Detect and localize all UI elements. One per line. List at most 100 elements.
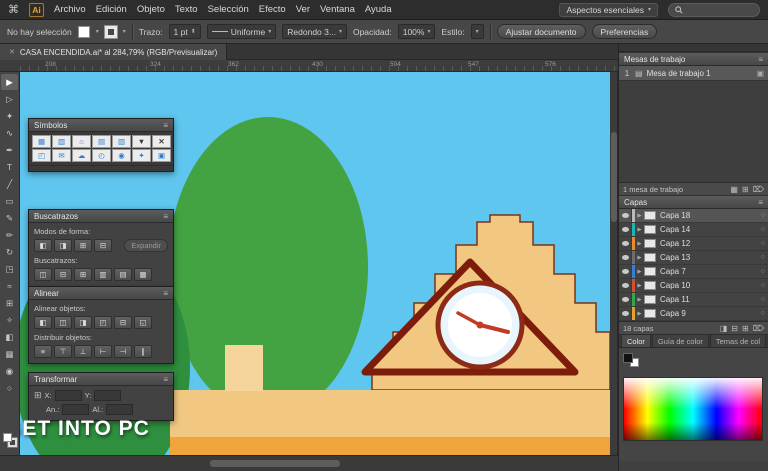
layer-name[interactable]: Capa 18	[660, 211, 761, 220]
color-fill-stroke-swatches[interactable]	[623, 353, 639, 367]
opacity-stepper[interactable]: 100% ▾	[398, 24, 436, 39]
visibility-eye-icon[interactable]	[619, 223, 632, 236]
distribute-vcenter-button[interactable]: ⊤	[54, 345, 72, 358]
symbol-thumbnail[interactable]: ◴	[92, 149, 111, 162]
symbol-thumbnail[interactable]: ⌂	[72, 135, 91, 148]
fill-stroke-indicator[interactable]	[3, 433, 17, 447]
trim-button[interactable]: ⊟	[54, 268, 72, 281]
layer-row[interactable]: ▶ Capa 14 ○	[619, 223, 768, 237]
horizontal-scrollbar[interactable]	[0, 455, 618, 471]
expand-arrow-icon[interactable]: ▶	[635, 213, 644, 219]
minus-front-button[interactable]: ◨	[54, 239, 72, 252]
intersect-button[interactable]: ⊞	[74, 239, 92, 252]
menu-objeto[interactable]: Objeto	[137, 4, 165, 15]
layer-name[interactable]: Capa 10	[660, 281, 761, 290]
type-tool[interactable]: T	[1, 159, 18, 175]
width-tool[interactable]: ≈	[1, 278, 18, 294]
rectangle-tool[interactable]: ▭	[1, 193, 18, 209]
magic-wand-tool[interactable]: ✦	[1, 108, 18, 124]
make-mask-icon[interactable]: ◨	[720, 324, 728, 333]
distribute-left-button[interactable]: ⊢	[94, 345, 112, 358]
layer-row[interactable]: ▶ Capa 12 ○	[619, 237, 768, 251]
reference-point-icon[interactable]: ⊞	[34, 390, 42, 401]
layer-row[interactable]: ▶ Capa 7 ○	[619, 265, 768, 279]
symbol-thumbnail[interactable]: ▧	[52, 135, 71, 148]
new-artboard-icon[interactable]: ⊞	[742, 185, 749, 194]
blend-tool[interactable]: ◉	[1, 363, 18, 379]
scale-tool[interactable]: ◳	[1, 261, 18, 277]
menu-archivo[interactable]: Archivo	[54, 4, 86, 15]
pen-tool[interactable]: ✒	[1, 142, 18, 158]
move-up-icon[interactable]: ▦	[730, 185, 738, 194]
menu-texto[interactable]: Texto	[175, 4, 198, 15]
visibility-eye-icon[interactable]	[619, 209, 632, 222]
preferences-button[interactable]: Preferencias	[592, 24, 658, 39]
y-input[interactable]	[94, 390, 121, 401]
expand-arrow-icon[interactable]: ▶	[635, 227, 644, 233]
symbol-thumbnail-dropdown[interactable]: ▼	[132, 135, 151, 148]
new-sublayer-icon[interactable]: ⊟	[731, 324, 738, 333]
align-bottom-button[interactable]: ◱	[134, 316, 152, 329]
symbol-thumbnail[interactable]: ▣	[152, 149, 171, 162]
target-circle-icon[interactable]: ○	[761, 310, 765, 317]
symbol-thumbnail[interactable]: ▤	[92, 135, 111, 148]
layer-name[interactable]: Capa 11	[660, 295, 761, 304]
layer-name[interactable]: Capa 13	[660, 253, 761, 262]
layer-row[interactable]: ▶ Capa 10 ○	[619, 279, 768, 293]
artboard-name[interactable]: Mesa de trabajo 1	[647, 69, 711, 78]
menu-ventana[interactable]: Ventana	[320, 4, 355, 15]
color-spectrum-picker[interactable]	[623, 377, 763, 441]
tab-temas-de-color[interactable]: Temas de col	[710, 334, 766, 347]
horizontal-scrollbar-thumb[interactable]	[210, 460, 340, 467]
layer-name[interactable]: Capa 9	[660, 309, 761, 318]
vertical-scrollbar[interactable]	[610, 72, 618, 455]
menu-efecto[interactable]: Efecto	[259, 4, 286, 15]
expand-arrow-icon[interactable]: ▶	[635, 311, 644, 317]
brush-dropdown[interactable]: Redondo 3... ▾	[282, 24, 347, 39]
eyedropper-tool[interactable]: ✧	[1, 312, 18, 328]
close-icon[interactable]: ✕	[9, 48, 15, 56]
canvas-area[interactable]: Símbolos ≡ ▦ ▧ ⌂ ▤ ▥ ▼ ✕ ◰ ✉ ☁ ◴ ◉ ✦ ▣	[20, 72, 610, 455]
unite-button[interactable]: ◧	[34, 239, 52, 252]
target-circle-icon[interactable]: ○	[761, 226, 765, 233]
illustrator-logo[interactable]: Ai	[29, 3, 44, 17]
fill-swatch[interactable]	[623, 353, 633, 363]
delete-layer-icon[interactable]: ⌦	[753, 324, 764, 333]
stroke-color-swatch[interactable]	[105, 26, 117, 38]
symbol-thumbnail[interactable]: ☁	[72, 149, 91, 162]
target-circle-icon[interactable]: ○	[761, 268, 765, 275]
tab-guia-de-color[interactable]: Guía de color	[652, 334, 709, 347]
vertical-scrollbar-thumb[interactable]	[611, 132, 617, 222]
height-input[interactable]	[106, 404, 133, 415]
workspace-switcher[interactable]: Aspectos esenciales ▾	[559, 3, 658, 17]
distribute-bottom-button[interactable]: ⊥	[74, 345, 92, 358]
layers-panel-title[interactable]: Capas ≡	[619, 195, 768, 209]
direct-selection-tool[interactable]: ▷	[1, 91, 18, 107]
stepper-icon[interactable]: ⬍	[191, 28, 196, 35]
tab-color[interactable]: Color	[621, 334, 651, 347]
visibility-eye-icon[interactable]	[619, 279, 632, 292]
expand-arrow-icon[interactable]: ▶	[635, 283, 644, 289]
outline-button[interactable]: ▤	[114, 268, 132, 281]
document-tab[interactable]: ✕ CASA ENCENDIDA.ai* al 284,79% (RGB/Pre…	[0, 44, 227, 60]
buscatrazos-panel-title[interactable]: Buscatrazos ≡	[29, 210, 173, 223]
new-layer-icon[interactable]: ⊞	[742, 324, 749, 333]
distribute-right-button[interactable]: ∥	[134, 345, 152, 358]
delete-artboard-icon[interactable]: ⌦	[753, 185, 764, 194]
layer-row[interactable]: ▶ Capa 18 ○	[619, 209, 768, 223]
panel-menu-icon[interactable]: ≡	[163, 121, 168, 130]
align-vcenter-button[interactable]: ⊟	[114, 316, 132, 329]
fill-color-swatch[interactable]	[78, 26, 90, 38]
expand-arrow-icon[interactable]: ▶	[635, 255, 644, 261]
symbol-thumbnail[interactable]: ◉	[112, 149, 131, 162]
spotlight-search[interactable]	[668, 3, 760, 17]
align-top-button[interactable]: ◰	[94, 316, 112, 329]
stroke-width-stepper[interactable]: 1 pt ⬍	[169, 24, 201, 39]
symbol-thumbnail[interactable]: ✦	[132, 149, 151, 162]
x-input[interactable]	[55, 390, 82, 401]
symbol-thumbnail[interactable]: ▦	[32, 135, 51, 148]
layer-name[interactable]: Capa 7	[660, 267, 761, 276]
style-dropdown[interactable]: ▾	[471, 24, 484, 39]
width-input[interactable]	[62, 404, 89, 415]
layer-name[interactable]: Capa 12	[660, 239, 761, 248]
